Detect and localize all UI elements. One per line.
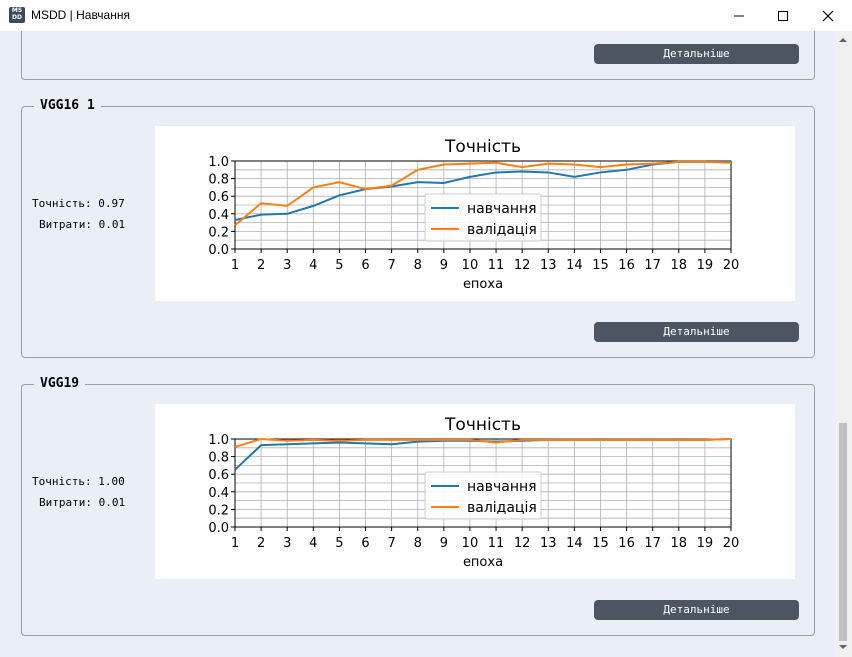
x-tick-label: 9 — [440, 258, 448, 273]
x-tick-label: 18 — [671, 258, 688, 273]
y-tick-label: 0.2 — [208, 503, 229, 518]
chart-title: Точність — [444, 415, 521, 435]
y-tick-label: 0.6 — [208, 190, 229, 205]
model-name: VGG16 1 — [34, 98, 101, 113]
x-tick-label: 11 — [488, 258, 505, 273]
legend-label: навчання — [467, 479, 537, 495]
x-tick-label: 7 — [387, 536, 395, 551]
x-tick-label: 1 — [231, 536, 239, 551]
x-tick-label: 16 — [618, 536, 635, 551]
x-tick-label: 2 — [257, 536, 265, 551]
model-group-previous: Детальніше — [21, 31, 815, 80]
title-bar: MS DD MSDD | Навчання — [0, 0, 852, 31]
x-tick-label: 5 — [335, 258, 343, 273]
x-tick-label: 19 — [697, 536, 714, 551]
accuracy-chart: Точність 0.0 0.2 0.4 0.6 0.8 1.0 1 2 3 4 5 6 7 8 9 10 11 1… — [155, 404, 795, 579]
accuracy-chart-svg: Точність0.00.20.40.60.81.01 2 3 4 5 6 7 8 9 10 11 1… — [208, 137, 740, 292]
close-icon — [822, 10, 834, 21]
legend-label: валідація — [467, 222, 537, 238]
x-tick-label: 17 — [644, 258, 661, 273]
x-tick-label: 14 — [566, 536, 583, 551]
x-tick-label: 10 — [462, 258, 479, 273]
x-tick-label: 12 — [514, 536, 531, 551]
x-tick-label: 16 — [618, 258, 635, 273]
x-tick-label: 9 — [440, 536, 448, 551]
x-tick-label: 20 — [723, 536, 740, 551]
accuracy-label: Точність: 0.97 — [32, 197, 125, 210]
x-tick-label: 4 — [309, 258, 317, 273]
scrollbar-thumb[interactable] — [839, 423, 847, 641]
close-button[interactable] — [805, 0, 851, 31]
x-tick-label: 5 — [335, 536, 343, 551]
model-group-vgg16: VGG16 1 Точність: 0.97 Витрати: 0.01 Точ… — [21, 98, 815, 358]
loss-label: Витрати: 0.01 — [39, 496, 126, 509]
x-tick-label: 17 — [644, 536, 661, 551]
details-button[interactable]: Детальніше — [594, 44, 799, 64]
accuracy-label: Точність: 1.00 — [32, 475, 125, 488]
y-tick-label: 1.0 — [208, 155, 229, 170]
scroll-content: Детальніше VGG16 1 Точність: 0.97 Витрат… — [0, 31, 834, 657]
x-tick-label: 1 — [231, 258, 239, 273]
x-tick-label: 12 — [514, 258, 531, 273]
x-tick-label: 15 — [592, 258, 609, 273]
x-tick-label: 20 — [723, 258, 740, 273]
x-tick-label: 6 — [361, 258, 369, 273]
vertical-scrollbar[interactable] — [834, 31, 852, 657]
y-tick-label: 0.2 — [208, 225, 229, 240]
x-axis-label: епоха — [463, 555, 503, 570]
x-tick-label: 3 — [283, 258, 291, 273]
legend-label: валідація — [467, 500, 537, 516]
x-axis-label: епоха — [463, 277, 503, 292]
x-tick-label: 15 — [592, 536, 609, 551]
x-tick-label: 6 — [361, 536, 369, 551]
x-tick-label: 13 — [540, 258, 557, 273]
minimize-icon — [734, 15, 744, 16]
y-tick-label: 0.0 — [208, 521, 229, 536]
accuracy-chart: Точність 0.0 0.2 0.4 0.6 0.8 1.0 1 2 3 4 5 6 7 8 9 10 11 1… — [155, 126, 795, 301]
x-tick-label: 8 — [414, 258, 422, 273]
minimize-button[interactable] — [716, 0, 762, 31]
details-button[interactable]: Детальніше — [594, 600, 799, 620]
y-tick-label: 0.0 — [208, 243, 229, 258]
y-tick-label: 0.6 — [208, 468, 229, 483]
model-group-vgg19: VGG19 Точність: 1.00 Витрати: 0.01 Точні… — [21, 376, 815, 636]
y-tick-label: 0.4 — [208, 208, 229, 223]
x-tick-label: 11 — [488, 536, 505, 551]
maximize-button[interactable] — [760, 0, 806, 31]
x-tick-label: 2 — [257, 258, 265, 273]
model-name: VGG19 — [34, 376, 86, 391]
maximize-icon — [778, 10, 788, 21]
x-tick-label: 8 — [414, 536, 422, 551]
x-tick-label: 14 — [566, 258, 583, 273]
x-tick-label: 13 — [540, 536, 557, 551]
loss-label: Витрати: 0.01 — [39, 218, 126, 231]
x-tick-label: 10 — [462, 536, 479, 551]
y-tick-label: 0.4 — [208, 486, 229, 501]
x-tick-label: 4 — [309, 536, 317, 551]
x-tick-label: 7 — [387, 258, 395, 273]
y-tick-label: 0.8 — [208, 173, 229, 188]
y-tick-label: 0.8 — [208, 451, 229, 466]
x-tick-label: 3 — [283, 536, 291, 551]
y-tick-label: 1.0 — [208, 433, 229, 448]
details-button[interactable]: Детальніше — [594, 322, 799, 342]
x-tick-label: 18 — [671, 536, 688, 551]
window-title: MSDD | Навчання — [31, 8, 130, 22]
accuracy-chart-svg: Точність0.00.20.40.60.81.01 2 3 4 5 6 7 8 9 10 11 1… — [208, 415, 740, 570]
app-logo-icon: MS DD — [9, 7, 25, 23]
legend-label: навчання — [467, 201, 537, 217]
x-tick-label: 19 — [697, 258, 714, 273]
chart-title: Точність — [444, 137, 521, 157]
